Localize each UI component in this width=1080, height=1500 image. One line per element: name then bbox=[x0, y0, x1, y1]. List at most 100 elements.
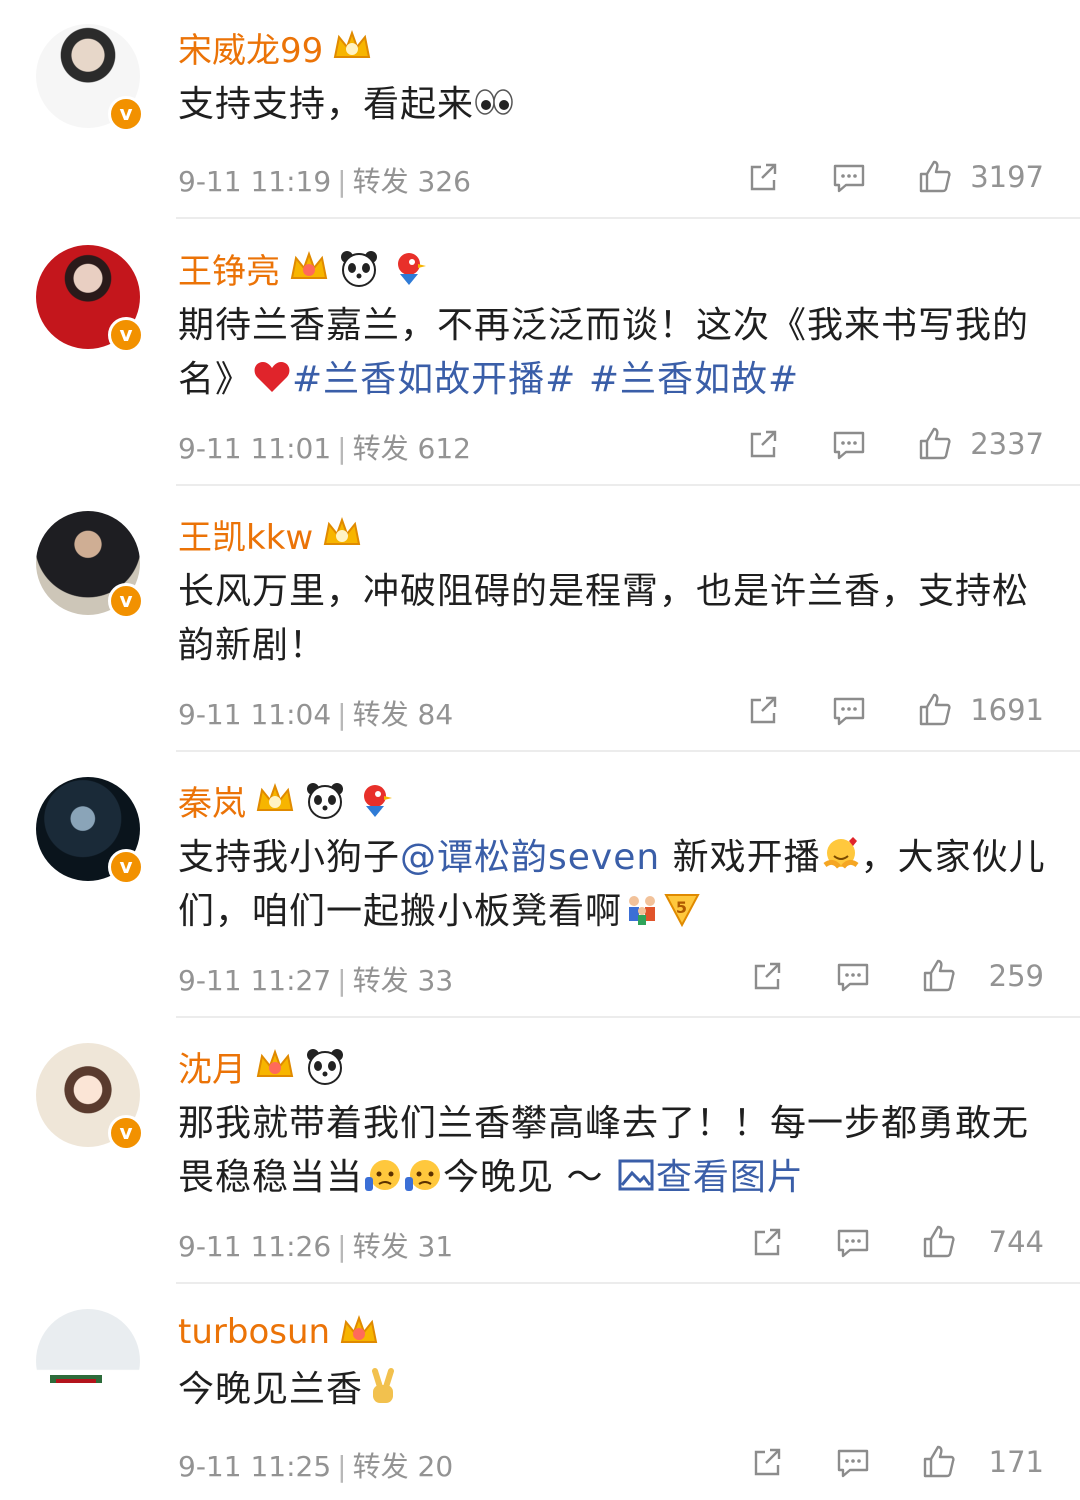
panda-badge-icon bbox=[307, 1049, 343, 1085]
view-image-link[interactable]: 查看图片 bbox=[656, 1157, 804, 1198]
thumbs-up-icon[interactable] bbox=[916, 158, 954, 196]
repost-count: 326 bbox=[417, 165, 471, 198]
thumbs-up-icon[interactable] bbox=[920, 1443, 958, 1481]
comment-icon[interactable] bbox=[830, 425, 868, 463]
repost-count: 31 bbox=[417, 1230, 454, 1263]
thumbs-up-icon[interactable] bbox=[916, 691, 954, 729]
share-icon[interactable] bbox=[744, 158, 782, 196]
timestamp: 9-11 11:04 bbox=[178, 698, 332, 731]
thumbs-up-icon[interactable] bbox=[916, 425, 954, 463]
repost-label: 转发 bbox=[352, 964, 409, 997]
timestamp: 9-11 11:26 bbox=[178, 1230, 332, 1263]
comment-text: 那我就带着我们兰香攀高峰去了！！每一步都勇敢无畏稳稳当当 今晚见 ～ 查看图片 bbox=[178, 1103, 1030, 1198]
share-icon[interactable] bbox=[748, 1443, 786, 1481]
username[interactable]: 沈月 bbox=[178, 1042, 246, 1091]
share-icon[interactable] bbox=[748, 957, 786, 995]
username[interactable]: 王铮亮 bbox=[178, 244, 280, 293]
repost-count: 20 bbox=[417, 1450, 454, 1483]
worried-emoji-icon bbox=[405, 1160, 441, 1191]
comment-text: 长风万里，冲破阻碍的是程霄，也是许兰香，支持松韵新剧！ bbox=[178, 571, 1030, 666]
crown-badge-icon bbox=[256, 1049, 294, 1077]
verified-badge-icon: v bbox=[108, 849, 144, 885]
comment-icon[interactable] bbox=[834, 1223, 872, 1261]
verified-badge-icon: v bbox=[108, 1115, 144, 1151]
timestamp: 9-11 11:19 bbox=[178, 165, 332, 198]
comment-item: turbosun 今晚见兰香 9-11 11:25 | 转发 20 171 bbox=[0, 1285, 1080, 1500]
avatar[interactable] bbox=[36, 1309, 140, 1413]
comment-meta: 9-11 11:27 | 转发 33 bbox=[178, 964, 454, 997]
crown-badge-icon bbox=[323, 517, 361, 545]
avatar[interactable]: v bbox=[36, 511, 144, 619]
comment-meta: 9-11 11:19 | 转发 326 bbox=[178, 165, 471, 198]
panda-badge-icon bbox=[307, 783, 343, 819]
repost-label: 转发 bbox=[352, 165, 409, 198]
comment-meta: 9-11 11:04 | 转发 84 bbox=[178, 698, 454, 731]
like-count: 3197 bbox=[970, 160, 1044, 194]
username[interactable]: 王凯kkw bbox=[178, 510, 313, 559]
comment-feed: v 宋威龙99 支持支持，看起来 9-11 11:19 | 转发 326 3197 … bbox=[0, 0, 1080, 1500]
divider bbox=[176, 217, 1080, 219]
like-count: 1691 bbox=[970, 693, 1044, 727]
timestamp: 9-11 11:01 bbox=[178, 432, 332, 465]
comment-item: v 王铮亮 期待兰香嘉兰，不再泛泛而谈！这次《我来书写我的名》 #兰香如故开播# … bbox=[0, 221, 1080, 486]
victory-hand-emoji-icon bbox=[372, 1368, 395, 1403]
heart-emoji-icon bbox=[254, 362, 290, 392]
repost-label: 转发 bbox=[352, 432, 409, 465]
family-emoji-icon bbox=[629, 896, 656, 925]
verified-badge-icon: v bbox=[108, 317, 144, 353]
svg-text:5: 5 bbox=[676, 898, 688, 917]
avatar[interactable]: v bbox=[36, 245, 144, 353]
bird-badge-icon bbox=[364, 785, 392, 817]
mention-link[interactable]: @谭松韵seven bbox=[400, 837, 660, 878]
repost-label: 转发 bbox=[352, 1230, 409, 1263]
comment-text: 期待兰香嘉兰，不再泛泛而谈！这次《我来书写我的名》 #兰香如故开播# #兰香如故# bbox=[178, 305, 1030, 400]
divider bbox=[176, 484, 1080, 486]
comment-meta: 9-11 11:25 | 转发 20 bbox=[178, 1450, 454, 1483]
comment-icon[interactable] bbox=[834, 957, 872, 995]
comment-meta: 9-11 11:26 | 转发 31 bbox=[178, 1230, 454, 1263]
comment-item: v 宋威龙99 支持支持，看起来 9-11 11:19 | 转发 326 3197 bbox=[0, 0, 1080, 219]
comment-icon[interactable] bbox=[830, 158, 868, 196]
repost-count: 612 bbox=[417, 432, 471, 465]
like-count: 744 bbox=[988, 1225, 1044, 1259]
verified-badge-icon: v bbox=[108, 583, 144, 619]
repost-count: 84 bbox=[417, 698, 454, 731]
comment-text: 支持我小狗子@谭松韵seven 新戏开播 ，大家伙儿们，咱们一起搬小板凳看啊 5 bbox=[178, 837, 1046, 932]
like-count: 171 bbox=[988, 1445, 1044, 1479]
avatar[interactable]: v bbox=[36, 777, 144, 885]
username[interactable]: turbosun bbox=[178, 1312, 330, 1352]
worried-emoji-icon bbox=[365, 1160, 401, 1191]
crown-badge-icon bbox=[334, 30, 371, 58]
username[interactable]: 秦岚 bbox=[178, 776, 246, 825]
comment-item: v 秦岚 支持我小狗子@谭松韵seven 新戏开播 ，大家伙儿们，咱们一起搬小板凳… bbox=[0, 753, 1080, 1018]
timestamp: 9-11 11:27 bbox=[178, 964, 332, 997]
hashtag-link[interactable]: #兰香如故开播# bbox=[292, 359, 576, 400]
hug-emoji-icon bbox=[823, 837, 859, 869]
comment-meta: 9-11 11:01 | 转发 612 bbox=[178, 432, 471, 465]
share-icon[interactable] bbox=[744, 691, 782, 729]
thumbs-up-icon[interactable] bbox=[920, 1223, 958, 1261]
divider bbox=[176, 1282, 1080, 1284]
like-count: 2337 bbox=[970, 427, 1044, 461]
crown-badge-icon bbox=[290, 251, 328, 279]
repost-label: 转发 bbox=[352, 698, 409, 731]
thumbs-up-icon[interactable] bbox=[920, 957, 958, 995]
hashtag-link[interactable]: #兰香如故# bbox=[589, 359, 799, 400]
comment-item: v 王凯kkw 长风万里，冲破阻碍的是程霄，也是许兰香，支持松韵新剧！ 9-11… bbox=[0, 487, 1080, 752]
divider bbox=[176, 1016, 1080, 1018]
comment-icon[interactable] bbox=[834, 1443, 872, 1481]
bird-badge-icon bbox=[398, 253, 426, 285]
avatar[interactable]: v bbox=[36, 1043, 144, 1151]
comment-item: v 沈月 那我就带着我们兰香攀高峰去了！！每一步都勇敢无畏稳稳当当 今晚见 ～ 查… bbox=[0, 1019, 1080, 1284]
username[interactable]: 宋威龙99 bbox=[178, 23, 323, 72]
divider bbox=[176, 750, 1080, 752]
comment-text: 今晚见兰香 bbox=[178, 1363, 1048, 1417]
repost-count: 33 bbox=[417, 964, 454, 997]
avatar[interactable]: v bbox=[36, 24, 144, 132]
share-icon[interactable] bbox=[744, 425, 782, 463]
crown-badge-icon bbox=[256, 783, 294, 811]
image-icon[interactable] bbox=[616, 1155, 656, 1195]
comment-icon[interactable] bbox=[830, 691, 868, 729]
share-icon[interactable] bbox=[748, 1223, 786, 1261]
comment-text: 支持支持，看起来 bbox=[178, 78, 1048, 132]
